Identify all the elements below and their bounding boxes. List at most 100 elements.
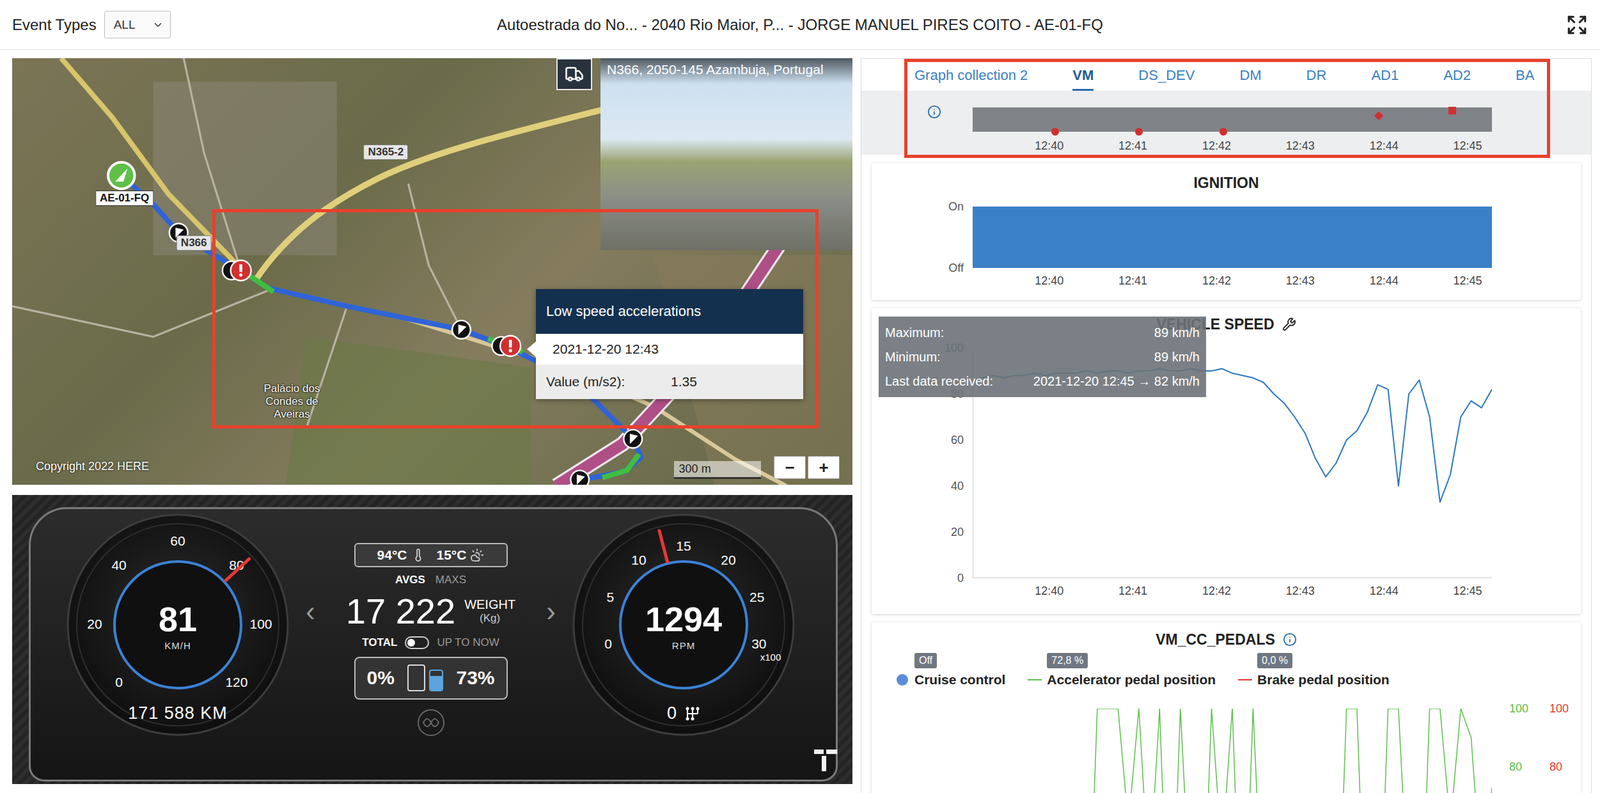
y-axis-label: 20 bbox=[950, 525, 964, 540]
y-axis-label: 100 bbox=[1549, 702, 1569, 716]
previous-button[interactable]: ‹ bbox=[301, 595, 320, 628]
center-panel: 94°C15°CAVGSMAXS‹17 222WEIGHT(Kg)›TOTALU… bbox=[290, 512, 572, 737]
street-view-address: N366, 2050-145 Azambuja, Portugal bbox=[600, 58, 853, 84]
axis-label: 12:42 bbox=[1202, 584, 1232, 598]
instrument-cluster: 02040608010012081KM/H171 588 KM94°C15°CA… bbox=[28, 507, 838, 782]
gauge-tick: 20 bbox=[720, 552, 736, 568]
ignition-bar bbox=[972, 206, 1048, 268]
tab[interactable]: DS_DEV bbox=[1138, 58, 1195, 91]
dashboard: 02040608010012081KM/H171 588 KM94°C15°CA… bbox=[12, 494, 853, 785]
event-dot-icon[interactable] bbox=[1135, 127, 1143, 136]
total-switch[interactable] bbox=[404, 636, 430, 650]
truck-icon bbox=[564, 64, 584, 84]
place-label: Palácio dos Condes de Aveiras bbox=[250, 382, 334, 421]
page-title: Autoestrada do No... - 2040 Rio Maior, P… bbox=[496, 15, 1104, 34]
gauge-tick: 15 bbox=[675, 538, 691, 554]
zoom-out-button[interactable]: − bbox=[773, 455, 806, 479]
street-view-photo[interactable]: N366, 2050-145 Azambuja, Portugal bbox=[600, 58, 853, 251]
gauge-tick: 10 bbox=[631, 552, 646, 568]
gauge-tick: 5 bbox=[606, 589, 615, 605]
road-line bbox=[407, 183, 462, 330]
rpm-value: 1294 bbox=[645, 601, 722, 637]
tab[interactable]: DM bbox=[1239, 58, 1262, 91]
temperature: 15°C bbox=[436, 547, 485, 563]
tab[interactable]: BA bbox=[1515, 58, 1535, 91]
road-label: N366 bbox=[176, 235, 212, 251]
ignition-bar bbox=[1269, 206, 1345, 268]
time-axis: 12:4012:4112:4212:4312:4412:45 bbox=[972, 274, 1492, 290]
toggle-label: TOTAL bbox=[361, 636, 398, 650]
tab[interactable]: AD1 bbox=[1371, 58, 1399, 91]
level-reading: 73% bbox=[455, 666, 495, 689]
legend-item[interactable]: OffCruise control bbox=[895, 652, 1006, 689]
direction-marker-icon[interactable] bbox=[623, 429, 643, 449]
gauge-tick: 25 bbox=[749, 589, 765, 605]
truck-button[interactable] bbox=[556, 58, 593, 91]
next-button[interactable]: › bbox=[542, 595, 560, 628]
tab-bar: Graph collection 2 VM DS_DEV DM DR AD1 AD2 BA bbox=[861, 58, 1592, 91]
event-type-select[interactable]: ALL bbox=[104, 10, 171, 39]
mode-option[interactable]: AVGS bbox=[395, 573, 426, 587]
brand-emblem-icon bbox=[416, 708, 446, 737]
event-marker-icon[interactable] bbox=[222, 260, 252, 281]
axis-label: 12:43 bbox=[1286, 139, 1315, 153]
timeline-bar[interactable] bbox=[972, 107, 1492, 132]
map[interactable]: AE-01-FQN365-2N366Palácio dos Condes de … bbox=[12, 58, 853, 485]
legend-badge: 72,8 % bbox=[1046, 652, 1088, 669]
event-marker-icon[interactable] bbox=[491, 335, 521, 357]
gear-shift-icon bbox=[684, 705, 701, 722]
axis-label: 12:43 bbox=[1286, 584, 1315, 598]
gauge-tick: 60 bbox=[170, 533, 185, 549]
pedals-plot bbox=[972, 708, 1492, 793]
map-scale: 300 m bbox=[674, 461, 761, 479]
axis-label: 12:40 bbox=[1034, 584, 1064, 598]
zoom-in-button[interactable]: + bbox=[807, 455, 840, 479]
fullscreen-icon[interactable] bbox=[1566, 14, 1588, 36]
direction-marker-icon[interactable] bbox=[570, 470, 589, 485]
axis-label: 12:44 bbox=[1369, 139, 1399, 153]
legend-badge: Off bbox=[914, 652, 937, 669]
accelerator-line bbox=[972, 708, 1492, 793]
wrench-icon[interactable] bbox=[1282, 317, 1297, 332]
legend-item[interactable]: 0,0 %Brake pedal position bbox=[1238, 652, 1390, 689]
tab[interactable]: AD2 bbox=[1443, 58, 1471, 91]
info-icon[interactable] bbox=[927, 104, 942, 119]
vehicle-marker-icon[interactable] bbox=[108, 162, 135, 189]
gauge-tick: 100 bbox=[249, 616, 272, 632]
event-square-icon[interactable] bbox=[1448, 106, 1457, 115]
highlight-box bbox=[904, 58, 1551, 158]
axis-label: 12:43 bbox=[1286, 274, 1315, 288]
legend-item[interactable]: 72,8 %Accelerator pedal position bbox=[1027, 652, 1216, 689]
toggle-label: UP TO NOW bbox=[436, 636, 499, 650]
direction-marker-icon[interactable] bbox=[452, 320, 471, 339]
event-tooltip: Low speed accelerations2021-12-20 12:43V… bbox=[535, 289, 804, 400]
tooltip-title: Low speed accelerations bbox=[535, 289, 804, 334]
tab[interactable]: Graph collection 2 bbox=[914, 58, 1028, 91]
pedals-chart: VM_CC_PEDALSOffCruise control72,8 %Accel… bbox=[871, 622, 1581, 793]
tooltip-row: Maximum:89 km/h bbox=[885, 320, 1200, 345]
top-bar: Event TypesALLAutoestrada do No... - 204… bbox=[0, 0, 1600, 50]
weather-icon bbox=[470, 548, 485, 563]
temperature-box: 94°C15°C bbox=[354, 542, 508, 568]
ignition-bar bbox=[1046, 206, 1122, 268]
ignition-bar bbox=[1417, 206, 1492, 268]
speed-chart: VEHICLE SPEED02040608010012:4012:4112:42… bbox=[871, 308, 1581, 614]
zoom-controls: −+ bbox=[773, 455, 840, 479]
time-axis: 12:4012:4112:4212:4312:4412:45 bbox=[972, 584, 1492, 600]
axis-label: 12:45 bbox=[1453, 584, 1483, 598]
ignition-bar bbox=[1121, 206, 1196, 268]
tooltip-row: Value (m/s2):1.35 bbox=[535, 364, 804, 400]
event-dot-icon[interactable] bbox=[1051, 127, 1059, 136]
mode-option[interactable]: MAXS bbox=[435, 573, 467, 587]
tab[interactable]: DR bbox=[1306, 58, 1327, 91]
tab[interactable]: VM bbox=[1072, 58, 1094, 91]
event-dot-icon[interactable] bbox=[1219, 127, 1228, 136]
legend-badge: 0,0 % bbox=[1257, 652, 1293, 669]
road-line bbox=[255, 107, 613, 281]
info-icon[interactable] bbox=[1282, 632, 1297, 647]
axis-label: 12:41 bbox=[1118, 584, 1148, 598]
needle-icon bbox=[659, 530, 668, 562]
speed-value: 81 bbox=[158, 601, 197, 637]
axis-label: 12:41 bbox=[1118, 274, 1148, 288]
needle-icon bbox=[225, 558, 250, 581]
